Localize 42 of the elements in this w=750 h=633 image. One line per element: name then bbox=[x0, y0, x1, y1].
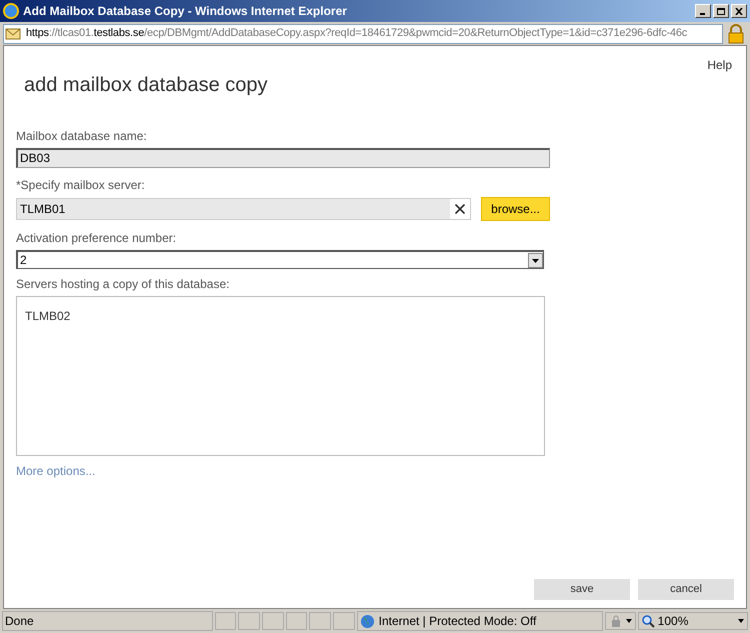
status-panel bbox=[214, 612, 236, 630]
url-text: https://tlcas01.testlabs.se/ecp/DBMgmt/AddDatabaseCopy.aspx?reqId=18461729&pwmcid=20&ReturnObjectType=1&id=c371e296-6dfc-46c bbox=[26, 26, 688, 42]
status-panel bbox=[332, 612, 355, 630]
field-label: Activation preference number: bbox=[16, 230, 178, 247]
zoom-button[interactable]: 100% bbox=[638, 612, 748, 630]
dropdown-value: 2 bbox=[20, 252, 27, 269]
help-link[interactable]: Help bbox=[707, 56, 732, 74]
close-icon bbox=[452, 201, 468, 217]
browser-icon bbox=[3, 3, 19, 19]
window-title: Add Mailbox Database Copy - Windows Internet Explorer bbox=[23, 3, 348, 20]
status-panel bbox=[238, 612, 260, 630]
browse-button[interactable]: browse... bbox=[481, 197, 550, 221]
status-panel bbox=[309, 612, 331, 630]
magnifier-icon bbox=[642, 614, 655, 628]
input-field[interactable]: TLMB01 bbox=[16, 198, 471, 220]
maximize-icon bbox=[717, 8, 725, 14]
minimize-button[interactable] bbox=[695, 4, 711, 18]
field-label: Servers hosting a copy of this database: bbox=[16, 276, 230, 293]
close-button[interactable] bbox=[731, 4, 747, 18]
clear-button[interactable] bbox=[450, 199, 470, 219]
more-options-link[interactable]: More options... bbox=[16, 462, 734, 480]
globe-icon bbox=[360, 614, 375, 628]
caret-icon bbox=[528, 252, 543, 268]
cancel-button[interactable]: cancel bbox=[638, 579, 734, 600]
save-button[interactable]: save bbox=[534, 579, 630, 600]
field-label: Mailbox database name: bbox=[16, 128, 148, 145]
close-icon bbox=[735, 8, 743, 14]
envelope-icon bbox=[5, 26, 23, 40]
caret-icon bbox=[626, 619, 632, 623]
maximize-button[interactable] bbox=[713, 4, 729, 18]
dropdown[interactable]: 2 bbox=[16, 250, 544, 269]
address-field[interactable]: https://tlcas01.testlabs.se/ecp/DBMgmt/AddDatabaseCopy.aspx?reqId=18461729&pwmcid=20&ReturnObjectType=1&id=c371e296-6dfc-46c bbox=[3, 24, 723, 44]
status-panel bbox=[262, 612, 284, 630]
status-text: Done bbox=[2, 611, 213, 631]
input-field[interactable]: DB03 bbox=[16, 148, 550, 168]
field-label: *Specify mailbox server: bbox=[16, 177, 146, 194]
status-panel bbox=[286, 612, 308, 630]
server-list[interactable]: TLMB02 bbox=[16, 296, 545, 456]
zone-text: Internet | Protected Mode: Off bbox=[378, 613, 536, 630]
list-item[interactable]: TLMB02 bbox=[25, 307, 536, 325]
page-heading: add mailbox database copy bbox=[24, 73, 268, 98]
caret-icon bbox=[738, 619, 744, 623]
